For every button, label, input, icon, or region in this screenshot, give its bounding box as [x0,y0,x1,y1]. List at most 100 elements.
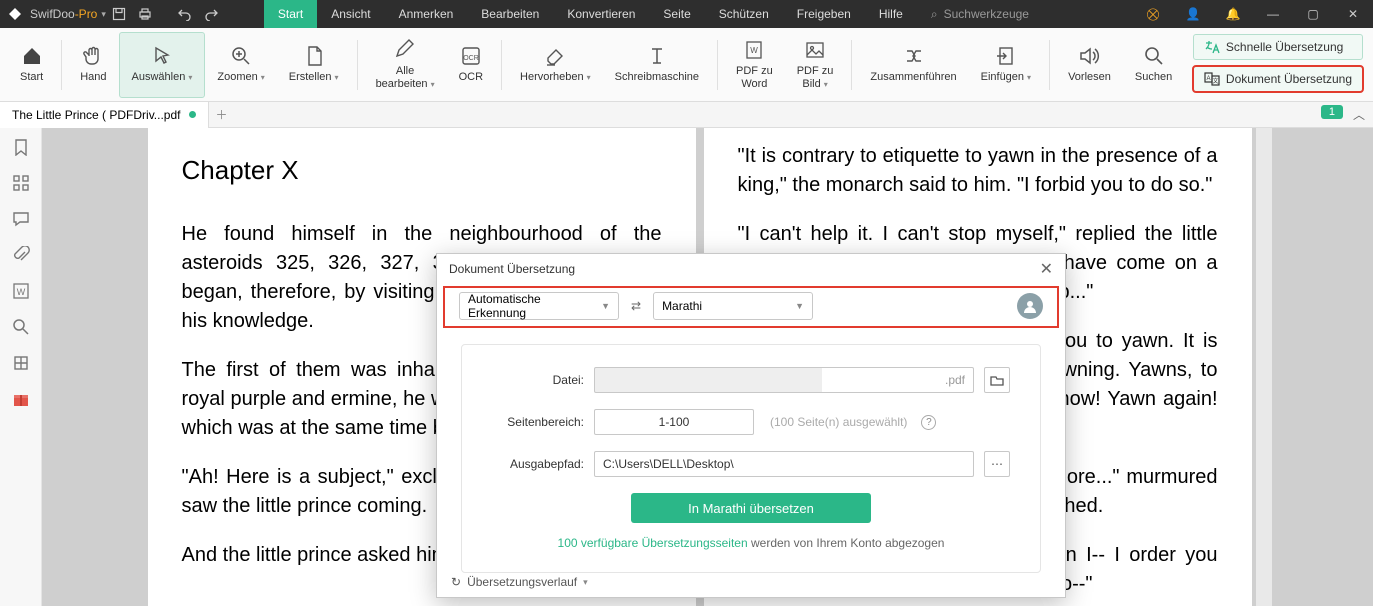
word-panel-icon[interactable]: W [10,280,32,302]
create-icon [303,45,325,67]
output-path-input[interactable]: C:\Users\DELL\Desktop\ [594,451,974,477]
menu-schuetzen[interactable]: Schützen [705,0,783,28]
svg-text:W: W [16,287,25,297]
dialog-close-button[interactable]: ✕ [1040,259,1053,279]
user-icon[interactable]: 👤 [1173,0,1213,28]
ribbon-merge[interactable]: Zusammenführen [858,32,968,98]
quick-translate-button[interactable]: Schnelle Übersetzung [1193,34,1363,60]
hand-icon [82,45,104,67]
ribbon-search[interactable]: Suchen [1123,32,1184,98]
find-icon[interactable] [10,316,32,338]
history-link[interactable]: Übersetzungsverlauf [467,575,577,589]
paragraph: "It is contrary to etiquette to yawn in … [738,142,1218,200]
app-name: SwifDoo-Pro▾ [30,7,106,21]
range-hint: (100 Seite(n) ausgewählt) [770,415,907,429]
undo-icon[interactable] [172,0,198,28]
svg-text:W: W [751,46,759,55]
ribbon-typewriter[interactable]: Schreibmaschine [603,32,711,98]
menu-seite[interactable]: Seite [649,0,704,28]
ribbon-ocr[interactable]: OCROCR [447,32,495,98]
ribbon-image[interactable]: PDF zu Bild▾ [785,32,846,98]
ribbon-word[interactable]: WPDF zu Word [724,32,785,98]
print-icon[interactable] [132,0,158,28]
ribbon-read[interactable]: Vorlesen [1056,32,1123,98]
image-icon [804,39,826,61]
ribbon-create[interactable]: Erstellen▾ [277,32,351,98]
chapter-title: Chapter X [182,152,662,190]
menu-anmerken[interactable]: Anmerken [385,0,468,28]
ribbon-select[interactable]: Auswählen▾ [119,32,206,98]
app-logo [6,5,24,23]
word-icon: W [743,39,765,61]
translate-dialog: Dokument Übersetzung ✕ Automatische Erke… [436,253,1066,598]
side-panel: W [0,128,42,606]
browse-file-button[interactable] [984,367,1010,393]
cursor-icon [151,45,173,67]
dialog-title: Dokument Übersetzung [449,262,575,276]
zoom-icon [230,45,252,67]
ribbon-start[interactable]: Start [8,32,55,98]
maximize-button[interactable]: ▢ [1293,0,1333,28]
translate-icon [1204,39,1220,55]
security-icon[interactable] [10,352,32,374]
menu-freigeben[interactable]: Freigeben [783,0,865,28]
output-label: Ausgabepfad: [492,457,584,471]
menubar: Start Ansicht Anmerken Bearbeiten Konver… [264,0,917,28]
target-language-select[interactable]: Marathi▼ [653,292,813,320]
svg-text:文: 文 [1212,77,1218,85]
menu-hilfe[interactable]: Hilfe [865,0,917,28]
save-icon[interactable] [106,0,132,28]
page-range-input[interactable]: 1-100 [594,409,754,435]
swap-languages-icon[interactable]: ⇄ [631,299,641,313]
comments-icon[interactable] [10,208,32,230]
page-badge: 1 [1321,105,1343,119]
redo-icon[interactable] [198,0,224,28]
bell-icon[interactable]: 🔔 [1213,0,1253,28]
highlight-icon [544,45,566,67]
bookmark-icon[interactable] [10,136,32,158]
translate-button[interactable]: In Marathi übersetzen [631,493,871,523]
ribbon-zoom[interactable]: Zoomen▾ [205,32,276,98]
attachment-icon[interactable] [10,244,32,266]
tabstrip: The Little Prince ( PDFDriv...pdf ＋ 1 ︿ [0,102,1373,128]
search-tools[interactable]: ⌕Suchwerkzeuge [917,7,1043,22]
speaker-icon [1078,45,1100,67]
close-button[interactable]: ✕ [1333,0,1373,28]
scrollbar[interactable] [1256,128,1272,606]
insert-icon [995,45,1017,67]
titlebar: SwifDoo-Pro▾ Start Ansicht Anmerken Bear… [0,0,1373,28]
credits-link[interactable]: 100 verfügbare Übersetzungsseiten [558,536,748,550]
range-label: Seitenbereich: [492,415,584,429]
menu-bearbeiten[interactable]: Bearbeiten [467,0,553,28]
ribbon-insert[interactable]: Einfügen▾ [969,32,1043,98]
modified-dot-icon [189,111,196,118]
svg-text:OCR: OCR [463,55,479,62]
add-tab-button[interactable]: ＋ [209,102,235,128]
document-translate-button[interactable]: A文Dokument Übersetzung [1193,66,1363,92]
menu-ansicht[interactable]: Ansicht [317,0,384,28]
thumbnails-icon[interactable] [10,172,32,194]
gift-icon[interactable] [10,388,32,410]
document-tab[interactable]: The Little Prince ( PDFDriv...pdf [0,102,209,128]
doc-translate-icon: A文 [1204,71,1220,87]
search-icon [1143,45,1165,67]
edit-icon [394,39,416,61]
ribbon: Start Hand Auswählen▾ Zoomen▾ Erstellen▾… [0,28,1373,102]
history-icon: ↻ [451,575,461,589]
collapse-ribbon-icon[interactable]: ︿ [1353,106,1365,123]
ribbon-edit-all[interactable]: Alle bearbeiten▾ [364,32,447,98]
ribbon-hand[interactable]: Hand [68,32,118,98]
source-language-select[interactable]: Automatische Erkennung▼ [459,292,619,320]
avatar[interactable] [1017,293,1043,319]
help-icon[interactable]: ? [921,415,936,430]
output-more-button[interactable]: ⋯ [984,451,1010,477]
minimize-button[interactable]: — [1253,0,1293,28]
menu-start[interactable]: Start [264,0,317,28]
menu-konvertieren[interactable]: Konvertieren [553,0,649,28]
file-input[interactable]: .pdf [594,367,974,393]
svg-text:A: A [1206,76,1210,82]
file-label: Datei: [492,373,584,387]
cart-icon[interactable]: ⛒ [1133,0,1173,28]
ribbon-highlight[interactable]: Hervorheben▾ [508,32,603,98]
merge-icon [903,45,925,67]
